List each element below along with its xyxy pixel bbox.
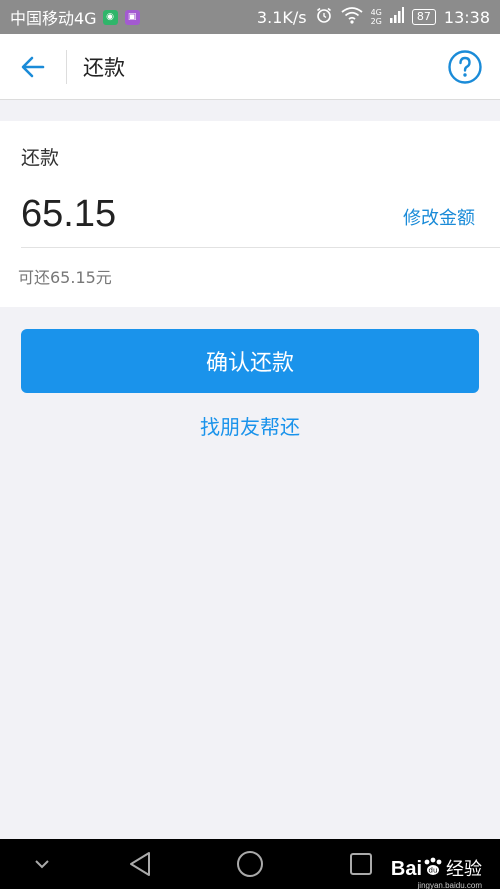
question-circle-icon [448,49,482,84]
wechat-notification-icon: ◉ [102,9,118,25]
watermark-text: 经验 [446,859,482,880]
available-amount-text: 可还65.15元 [18,268,112,287]
repayment-label: 还款 [21,147,60,169]
repayment-card: 还款 65.15 修改金额 可还65.15元 [0,121,500,307]
network-type-4g: 4G [370,8,382,17]
circle-home-icon [237,851,263,877]
watermark-url: jingyan.baidu.com [417,881,482,889]
wifi-icon [341,6,363,28]
triangle-back-icon [130,852,150,876]
battery-indicator: 87 [411,9,436,25]
confirm-repayment-button[interactable]: 确认还款 [21,329,479,393]
square-recents-icon [350,853,372,875]
status-right-group: 3.1K/s 4G 2G 87 13:38 [257,6,490,28]
signal-icon [389,7,404,27]
network-type-indicator: 4G 2G [371,8,382,26]
svg-text:du: du [429,867,438,875]
status-bar: 中国移动4G ◉ ▣ 3.1K/s 4G 2G 87 13:38 [0,0,500,34]
system-home-button[interactable] [231,839,269,889]
chevron-down-icon [35,860,49,869]
help-button[interactable] [430,34,500,100]
top-navigation-bar: 还款 [0,34,500,100]
alarm-icon [315,6,333,28]
system-navigation-bar: Bai du 经验 jingyan.baidu.com [0,839,500,889]
card-divider [21,247,500,248]
hide-nav-button[interactable] [26,839,58,889]
page-title: 还款 [83,55,125,80]
baidu-jingyan-watermark: Bai du 经验 jingyan.baidu.com [390,855,482,889]
arrow-left-icon [21,56,45,77]
system-recents-button[interactable] [344,839,378,889]
modify-amount-link[interactable]: 修改金额 [403,204,475,230]
system-back-button[interactable] [122,839,158,889]
watermark-logo: Bai [390,858,422,880]
image-notification-icon: ▣ [124,9,140,25]
carrier-label: 中国移动4G [10,9,97,28]
back-button[interactable] [0,34,66,100]
net-speed: 3.1K/s [256,7,307,27]
network-type-2g: 2G [370,17,382,26]
paw-icon: du [422,857,444,881]
clock: 13:38 [443,7,490,27]
repayment-amount: 65.15 [21,193,117,235]
nav-divider [66,49,67,84]
ask-friend-to-pay-link[interactable]: 找朋友帮还 [0,411,500,440]
